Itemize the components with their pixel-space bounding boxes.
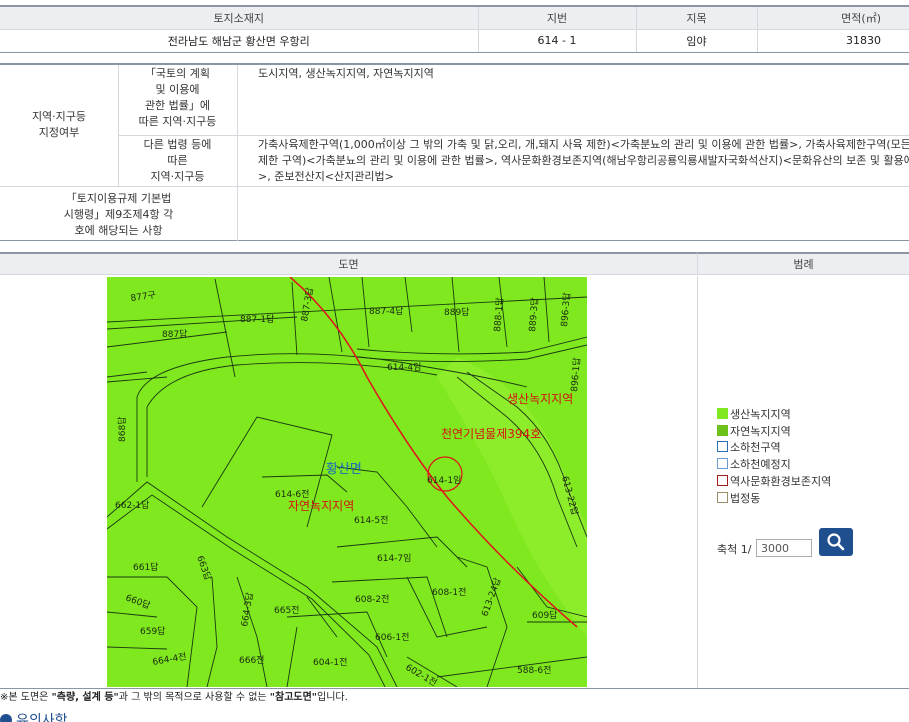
location-data-row: 전라남도 해남군 황산면 우항리 614 - 1 임야 31830: [0, 29, 909, 53]
enforcement-label: 「토지이용규제 기본법 시행령」제9조제4항 각 호에 해당되는 사항: [0, 191, 237, 239]
note-suffix: 입니다.: [317, 692, 348, 703]
scale-search-button[interactable]: [819, 528, 853, 556]
svg-text:588-6전: 588-6전: [517, 665, 551, 676]
search-icon: [827, 533, 845, 551]
legend-label: 소하천구역: [730, 441, 781, 454]
target-lot-label: 614-1임: [427, 476, 462, 486]
svg-text:608-1전: 608-1전: [432, 587, 466, 598]
svg-text:606-1전: 606-1전: [375, 632, 409, 643]
svg-text:665전: 665전: [274, 605, 299, 616]
svg-text:889답: 889답: [444, 306, 469, 318]
legend-label: 법정동: [730, 492, 761, 505]
enforcement-label-line: 「토지이용규제 기본법: [65, 192, 172, 205]
note-bold-2: "참고도면": [269, 692, 318, 703]
legend-label: 자연녹지지역: [730, 425, 791, 438]
legend-item: 생산녹지지역: [717, 408, 791, 424]
land-category-value: 임야: [635, 29, 757, 53]
svg-text:604-1전: 604-1전: [313, 657, 347, 668]
map-drawing: 877구 887답 887-1답 887-3답 887-4답 889답 888-…: [107, 277, 587, 687]
location-table: 토지소재지 지번 지목 면적(㎡) 전라남도 해남군 황산면 우항리 614 -…: [0, 5, 909, 53]
legend-swatch: [717, 425, 728, 436]
nature-green-zone-label: 자연녹지지역: [288, 499, 355, 513]
legend-swatch: [717, 492, 728, 503]
svg-text:614-5전: 614-5전: [354, 515, 388, 526]
area-value: 31830: [756, 29, 909, 53]
national-act-label-line: 관한 법률」에: [144, 99, 211, 112]
legend-swatch: [717, 408, 728, 419]
svg-text:662-1답: 662-1답: [115, 499, 149, 511]
note-bold-1: "측량, 설계 등": [51, 692, 119, 703]
legend-item: 자연녹지지역: [717, 425, 791, 441]
svg-text:868답: 868답: [116, 417, 128, 442]
legend-label: 소하천예정지: [730, 458, 791, 471]
zone-main-label-line: 지역·지구등: [31, 110, 87, 123]
other-act-value: 가축사육제한구역(1,000㎡이상 그 밖의 가축 및 닭,오리, 개,돼지 사…: [258, 137, 909, 185]
legend-header: 범례: [697, 252, 909, 275]
other-act-value-line: 제한 구역)<가축분뇨의 관리 및 이용에 관한 법률>, 역사문화환경보존지역…: [258, 154, 909, 167]
header-lot-number: 지번: [477, 5, 636, 30]
scale-label: 축척 1/: [717, 543, 752, 556]
national-act-label-line: 따른 지역·지구등: [138, 115, 217, 128]
legend-swatch: [717, 441, 728, 452]
reference-map-note: ※본 도면은 "측량, 설계 등"과 그 밖의 목적으로 사용할 수 없는 "참…: [0, 688, 909, 706]
header-land-category: 지목: [635, 5, 757, 30]
svg-text:887-1답: 887-1답: [240, 313, 274, 325]
legend-swatch: [717, 475, 728, 486]
legend-swatch: [717, 458, 728, 469]
national-act-label-line: 및 이용에: [155, 83, 200, 96]
svg-text:614-4임: 614-4임: [387, 361, 421, 373]
header-area: 면적(㎡): [756, 5, 909, 30]
other-act-value-line: 가축사육제한구역(1,000㎡이상 그 밖의 가축 및 닭,오리, 개,돼지 사…: [258, 138, 909, 151]
bullet-icon: [0, 714, 12, 722]
zone-main-label-line: 지정여부: [38, 126, 80, 139]
other-act-value-line: >, 준보전산지<산지관리법>: [258, 170, 394, 183]
enforcement-label-line: 호에 해당되는 사항: [74, 224, 163, 237]
svg-text:666전: 666전: [239, 655, 264, 666]
caution-heading: 유의사항: [0, 710, 68, 722]
header-address: 토지소재지: [0, 5, 478, 30]
other-act-label-line: 지역·지구등: [150, 170, 205, 183]
note-prefix: ※본 도면은: [0, 692, 52, 703]
svg-text:661답: 661답: [133, 561, 158, 573]
monument-label: 천연기념물제394호: [441, 427, 542, 441]
production-green-zone-label: 생산녹지지역: [507, 392, 574, 406]
scale-input[interactable]: [756, 539, 812, 557]
legend-label: 역사문화환경보존지역: [730, 475, 832, 488]
land-use-map[interactable]: 877구 887답 887-1답 887-3답 887-4답 889답 888-…: [107, 277, 587, 687]
district-label: 황산면: [326, 462, 362, 477]
zone-main-label: 지역·지구등 지정여부: [0, 109, 118, 141]
other-act-label-line: 따른: [167, 154, 188, 167]
legend-item: 소하천예정지: [717, 458, 791, 474]
national-act-label-line: 「국토의 계획: [144, 67, 211, 80]
note-middle: 과 그 밖의 목적으로 사용할 수 없는: [118, 692, 270, 703]
national-act-value: 도시지역, 생산녹지지역, 자연녹지지역: [258, 67, 434, 80]
svg-text:659답: 659답: [140, 625, 165, 637]
national-act-label: 「국토의 계획 및 이용에 관한 법률」에 따른 지역·지구등: [118, 66, 237, 130]
address-value: 전라남도 해남군 황산면 우항리: [0, 29, 478, 53]
svg-text:608-2전: 608-2전: [355, 594, 389, 605]
legend-label: 생산녹지지역: [730, 408, 791, 421]
legend-item: 소하천구역: [717, 441, 781, 457]
svg-text:887답: 887답: [162, 328, 187, 340]
other-act-label-line: 다른 법령 등에: [143, 138, 212, 151]
enforcement-label-line: 시행령」제9조제4항 각: [63, 208, 174, 221]
map-header: 도면: [0, 252, 697, 275]
legend-item: 역사문화환경보존지역: [717, 475, 831, 491]
svg-text:609답: 609답: [532, 609, 557, 621]
lot-number-value: 614 - 1: [477, 29, 636, 53]
legend-item: 법정동: [717, 492, 760, 508]
zone-table: 지역·지구등 지정여부 「국토의 계획 및 이용에 관한 법률」에 따른 지역·…: [0, 63, 909, 241]
svg-text:887-4답: 887-4답: [369, 305, 403, 317]
location-header-row: 토지소재지 지번 지목 면적(㎡): [0, 5, 909, 30]
svg-text:614-7임: 614-7임: [377, 552, 411, 564]
other-act-label: 다른 법령 등에 따른 지역·지구등: [118, 137, 237, 185]
caution-title: 유의사항: [16, 713, 68, 722]
